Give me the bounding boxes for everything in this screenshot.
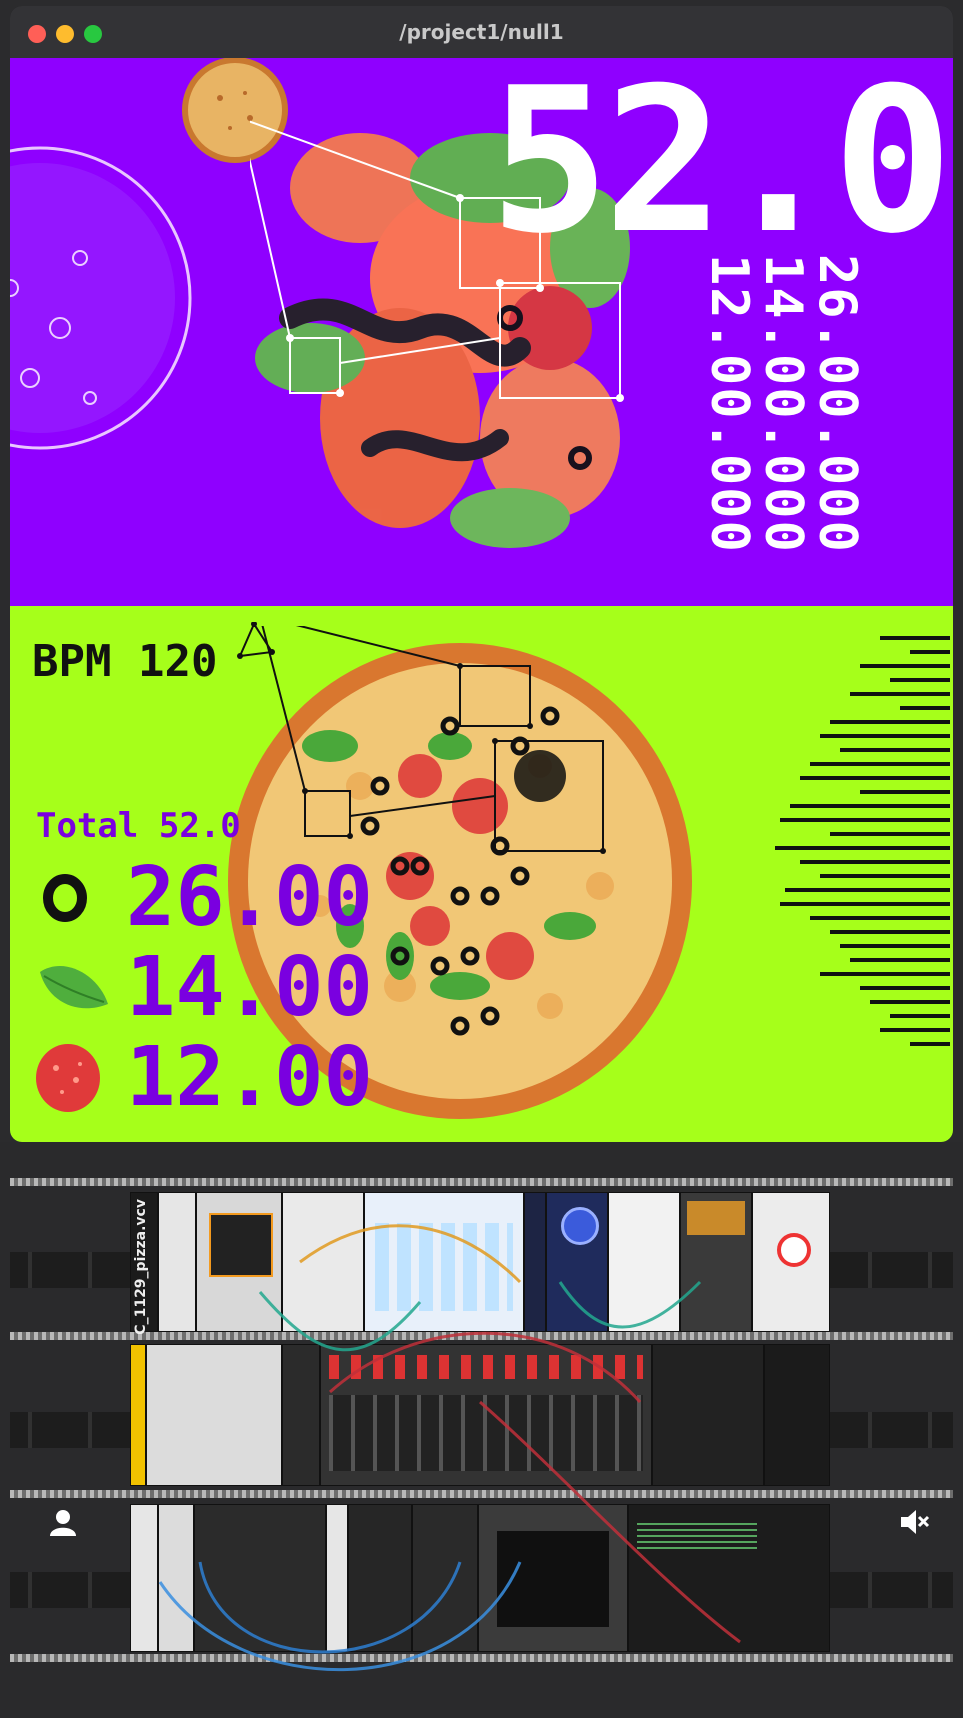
spectrum-bar <box>810 762 950 766</box>
olive-count: 26.00.000 <box>126 856 390 945</box>
spectrum-bar <box>780 818 950 822</box>
patch-cables <box>158 1224 741 1672</box>
tomato-count-vertical: 12.00.000 <box>699 254 759 554</box>
spectrum-bar <box>870 1000 950 1004</box>
spectrum-bar <box>850 958 950 962</box>
spectrum-bar <box>880 1028 950 1032</box>
top-visual-panel: 52.0 26.00.000 14.00.000 12.00.000 <box>10 58 953 606</box>
total-value: 52.0 <box>158 806 241 846</box>
spectrum-bar <box>820 734 950 738</box>
olive-row: 26.00.000 <box>10 856 390 946</box>
user-icon[interactable] <box>48 1508 78 1538</box>
window-title: /project1/null1 <box>399 20 564 44</box>
spectrum-bar <box>780 902 950 906</box>
bpm-value: 120 <box>137 636 218 687</box>
basil-count: 14.00.000 <box>126 946 390 1035</box>
spectrum-bar <box>830 720 950 724</box>
spectrum-bar <box>840 748 950 752</box>
spectrum-bar <box>830 832 950 836</box>
spectrum-bar <box>860 986 950 990</box>
spectrum-bar <box>820 874 950 878</box>
spectrum-bar <box>790 804 950 808</box>
basil-row: 14.00.000 <box>10 946 390 1036</box>
spectrum-bar <box>900 706 950 710</box>
tomato-count: 12.00.000 <box>126 1036 390 1125</box>
total-label: Total <box>36 806 139 846</box>
spectrum-bar <box>910 1042 950 1046</box>
title-bar: /project1/null1 <box>10 6 953 58</box>
spectrum-bar <box>890 1014 950 1018</box>
visualizer-window: /project1/null1 52.0 26.00.000 14.00.000… <box>10 6 953 1142</box>
vcv-rack-area: C_1129_pizza.vcv <box>0 1142 963 1718</box>
spectrum-bar <box>830 930 950 934</box>
spectrum-bar <box>800 776 950 780</box>
spectrum-bar <box>785 888 950 892</box>
bpm-readout: BPM 120 <box>32 636 217 687</box>
spectrum-bar <box>840 944 950 948</box>
spectrum-bar <box>820 972 950 976</box>
spectrum-bar <box>880 636 950 640</box>
olive-count-vertical: 26.00.000 <box>807 254 867 554</box>
speaker-muted-icon[interactable] <box>898 1506 930 1538</box>
dough-outline-graphic <box>10 146 192 450</box>
spectrum-bar <box>860 790 950 794</box>
spectrum-bar <box>890 678 950 682</box>
tomato-icon <box>36 1044 100 1112</box>
spectrum-bar <box>860 664 950 668</box>
bpm-label: BPM <box>32 636 112 687</box>
spectrum-bar <box>800 860 950 864</box>
total-big-value: 52.0 <box>489 58 953 278</box>
bottom-visual-panel: BPM 120 Total 52.0 26.00 14.00 12.00 <box>10 606 953 1142</box>
audio-spectrum-bars <box>775 636 950 1046</box>
total-readout: Total 52.0 <box>36 806 241 846</box>
node-triangle-icon <box>237 622 275 659</box>
spectrum-bar <box>810 916 950 920</box>
basil-leaf-icon <box>40 966 108 1009</box>
basil-count-vertical: 14.00.000 <box>753 254 813 554</box>
spectrum-bar <box>850 692 950 696</box>
tomato-row: 12.00.000 <box>10 1036 390 1126</box>
spectrum-bar <box>775 846 950 850</box>
olive-icon <box>43 874 87 922</box>
spectrum-bar <box>910 650 950 654</box>
